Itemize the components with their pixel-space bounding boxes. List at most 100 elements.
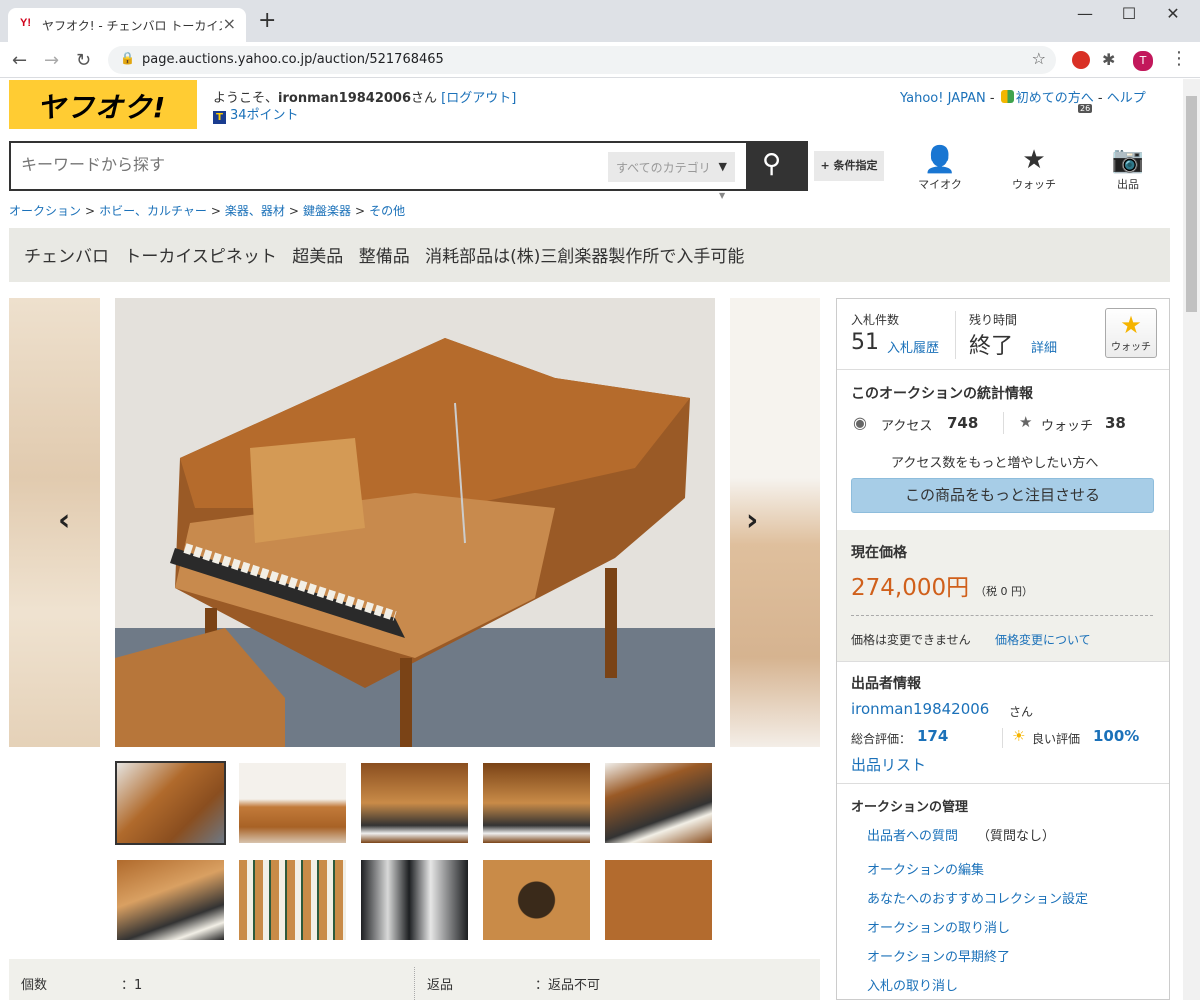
eye-icon: ◉ xyxy=(853,413,867,432)
thumbnail-6[interactable] xyxy=(117,860,224,940)
thumbnail-1[interactable] xyxy=(115,761,226,845)
thumbnail-7[interactable] xyxy=(239,860,346,940)
watch-button[interactable]: ★ ウォッチ xyxy=(1105,308,1157,358)
condition-button[interactable]: + 条件指定 xyxy=(814,151,884,181)
time-detail-link[interactable]: 詳細 xyxy=(1031,337,1057,356)
back-icon[interactable]: ← xyxy=(12,50,27,71)
seller-name-link[interactable]: ironman19842006 xyxy=(851,700,989,718)
window-close-icon[interactable]: ✕ xyxy=(1150,4,1196,23)
item-title: チェンバロ トーカイスピネット 超美品 整備品 消耗部品は(株)三創楽器製作所で… xyxy=(24,247,745,267)
manage-title: オークションの管理 xyxy=(851,800,969,815)
price-change-link[interactable]: 価格変更について xyxy=(995,631,1091,648)
help-link[interactable]: ヘルプ xyxy=(1107,91,1146,106)
cancel-auction-link[interactable]: オークションの取り消し xyxy=(867,917,1010,936)
extensions-puzzle-icon[interactable]: ✱ xyxy=(1102,50,1115,69)
watch-count: 38 xyxy=(1105,414,1126,432)
beginner-mark-icon xyxy=(1000,90,1014,103)
divider xyxy=(1003,412,1004,434)
time-left-label: 残り時間 xyxy=(969,313,1018,327)
rating-label: 総合評価： xyxy=(851,732,912,746)
early-end-link[interactable]: オークションの早期終了 xyxy=(867,946,1010,965)
divider xyxy=(1002,728,1003,748)
logo-text: ヤフオク! xyxy=(37,91,167,124)
tab-title: ヤフオク! - チェンバロ トーカイスピネット xyxy=(42,19,222,33)
beginners-link[interactable]: 初めての方へ xyxy=(1016,91,1094,106)
breadcrumb-item[interactable]: 楽器、器材 xyxy=(225,204,285,218)
breadcrumb-item[interactable]: ホビー、カルチャー xyxy=(99,204,207,218)
next-image-arrow-icon[interactable]: › xyxy=(746,503,758,538)
new-tab-icon[interactable]: + xyxy=(258,10,276,32)
bid-history-link[interactable]: 入札履歴 xyxy=(887,337,939,356)
search-button[interactable]: ⚲ xyxy=(746,141,808,191)
thumbnail-3[interactable] xyxy=(361,763,468,843)
browser-tab[interactable]: Y! ヤフオク! - チェンバロ トーカイスピネット × xyxy=(8,8,246,42)
bookmark-star-icon[interactable]: ☆ xyxy=(1032,49,1046,68)
spec-qty-value: ：1 xyxy=(121,978,143,993)
url-text: page.auctions.yahoo.co.jp/auction/521768… xyxy=(142,52,444,67)
forward-icon[interactable]: → xyxy=(44,50,59,71)
divider xyxy=(851,615,1153,616)
maximize-icon[interactable]: ☐ xyxy=(1106,4,1152,23)
thumbnail-8[interactable] xyxy=(361,860,468,940)
search-expand-icon[interactable]: ▼ xyxy=(719,191,725,200)
stats-title: このオークションの統計情報 xyxy=(851,386,1033,402)
thumbnail-5[interactable] xyxy=(605,763,712,843)
spec-return-label: 返品 xyxy=(427,978,454,993)
address-row: ← → ↻ 🔒 page.auctions.yahoo.co.jp/auctio… xyxy=(0,42,1200,113)
next-image-preview[interactable] xyxy=(730,298,820,747)
adblock-extension-icon[interactable] xyxy=(1072,51,1090,69)
listing-link[interactable]: 出品リスト xyxy=(851,754,926,775)
spec-divider xyxy=(414,967,415,1000)
thumbnail-10[interactable] xyxy=(605,860,712,940)
access-count: 748 xyxy=(947,414,979,432)
logout-link[interactable]: [ログアウト] xyxy=(441,91,516,106)
sell-button[interactable]: 📷 出品 xyxy=(1098,146,1158,192)
chevron-down-icon: ▼ xyxy=(718,160,727,173)
category-select[interactable]: すべてのカテゴリ ▼ xyxy=(608,152,735,182)
thumbnail-9[interactable] xyxy=(483,860,590,940)
star-icon: ★ xyxy=(1120,311,1142,339)
tab-close-icon[interactable]: × xyxy=(223,14,236,33)
main-product-image[interactable] xyxy=(115,298,715,747)
recommend-collection-link[interactable]: あなたへのおすすめコレクション設定 xyxy=(867,888,1088,907)
browser-tab-bar: Y! ヤフオク! - チェンバロ トーカイスピネット × + — ☐ ✕ xyxy=(0,0,1200,42)
reload-icon[interactable]: ↻ xyxy=(76,50,91,71)
search-box: すべてのカテゴリ ▼ ⚲ xyxy=(9,141,808,191)
edit-auction-link[interactable]: オークションの編集 xyxy=(867,859,984,878)
tpoint-icon: T xyxy=(213,111,226,124)
tpoint-link[interactable]: T 34ポイント xyxy=(213,104,299,124)
breadcrumb-item[interactable]: その他 xyxy=(369,204,405,218)
menu-kebab-icon[interactable]: ⋮ xyxy=(1170,48,1188,69)
spec-qty-label: 個数 xyxy=(21,978,48,993)
minimize-icon[interactable]: — xyxy=(1062,4,1108,23)
thumbnail-2[interactable] xyxy=(239,763,346,843)
myauc-button[interactable]: 👤 マイオク xyxy=(910,146,970,192)
scrollbar-thumb[interactable] xyxy=(1186,96,1197,312)
search-input[interactable] xyxy=(21,155,601,174)
breadcrumb-item[interactable]: 鍵盤楽器 xyxy=(303,204,351,218)
rating-value[interactable]: 174 xyxy=(917,727,948,745)
previous-image-preview[interactable] xyxy=(9,298,100,747)
yahuoku-logo[interactable]: ヤフオク! xyxy=(9,80,197,129)
yahoo-japan-link[interactable]: Yahoo! JAPAN xyxy=(900,91,986,106)
prev-image-arrow-icon[interactable]: ‹ xyxy=(58,503,70,538)
time-left-value: 終了 xyxy=(969,334,1014,359)
address-bar[interactable]: 🔒 page.auctions.yahoo.co.jp/auction/5217… xyxy=(108,46,1056,74)
cancel-bid-link[interactable]: 入札の取り消し xyxy=(867,975,958,994)
thumbnail-4[interactable] xyxy=(483,763,590,843)
promote-item-button[interactable]: この商品をもっと注目させる xyxy=(851,478,1154,513)
profile-avatar[interactable]: T xyxy=(1133,51,1153,71)
price-title: 現在価格 xyxy=(851,545,907,561)
spec-return-value: ：返品不可 xyxy=(535,978,601,993)
star-icon: ★ xyxy=(1019,413,1033,431)
star-icon: ★ xyxy=(1022,145,1046,175)
good-rating-value: 100% xyxy=(1093,727,1140,745)
seller-title: 出品者情報 xyxy=(851,676,921,692)
bids-count: 51 xyxy=(851,330,879,355)
divider xyxy=(955,311,956,359)
watchlist-button[interactable]: ★ ウォッチ xyxy=(1004,146,1064,192)
question-note: （質問なし） xyxy=(977,829,1056,844)
question-link[interactable]: 出品者への質問 xyxy=(867,825,958,844)
person-icon: 👤 xyxy=(923,145,957,175)
breadcrumb-item[interactable]: オークション xyxy=(9,204,81,218)
